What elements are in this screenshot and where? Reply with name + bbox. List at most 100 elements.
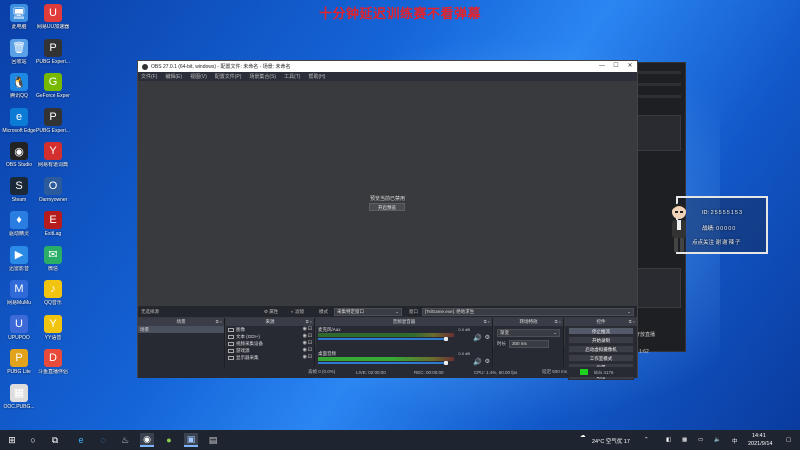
gear-icon[interactable]: ⚙ [485,358,490,365]
source-item[interactable]: 游戏源 ◉ ⊡ [226,347,314,354]
volume-slider[interactable] [318,337,448,341]
visibility-eye-icon[interactable]: ◉ [303,326,307,333]
filters-button[interactable]: ◐ 滤镜 [291,309,304,315]
visibility-eye-icon[interactable]: ◉ [303,354,307,361]
studio-mode-button[interactable]: 工作室模式 [568,354,634,362]
app-icon[interactable]: ● [162,433,176,447]
start-recording-button[interactable]: 开始录制 [568,336,634,344]
menu-file[interactable]: 文件(F) [141,73,157,80]
tray-app-icon[interactable]: ▦ [682,437,687,443]
desktop-icon[interactable]: e Microsoft Edge [2,107,36,134]
obs-titlebar[interactable]: OBS 27.0.1 (64-bit, windows) - 配置文件: 未命名… [138,61,637,72]
windows-start-icon[interactable]: ⊞ [5,433,19,447]
gear-icon[interactable]: ⚙ [485,334,490,341]
desktop-icon[interactable]: ✉ 微信 [36,245,70,272]
background-panel [633,115,681,151]
desktop-icon[interactable]: U UPUPOO [2,314,36,341]
file-explorer-icon[interactable]: ▣ [184,433,198,447]
scene-item[interactable]: 场景 [138,326,224,333]
obs-window-title: OBS 27.0.1 (64-bit, windows) - 配置文件: 未命名… [151,64,291,70]
desktop-icon[interactable]: P PUBG Lite [2,349,36,375]
app-icon: U [44,4,62,22]
start-virtual-camera-button[interactable]: 启动虚拟摄像机 [568,345,634,353]
network-icon[interactable]: ▭ [698,437,703,443]
desktop-icon-label: OBS Studio [5,162,33,168]
volume-icon[interactable]: 🔈 [714,437,721,443]
desktop-icon[interactable]: G GeForce Experience [36,73,70,99]
desktop-icon[interactable]: P PUBG Experi... [36,38,70,65]
visibility-eye-icon[interactable]: ◉ [303,347,307,354]
volume-slider-knob[interactable] [444,361,448,365]
lock-icon[interactable]: ⊡ [308,326,312,333]
desktop-icon[interactable]: 🐧 腾讯QQ [2,73,36,99]
source-item[interactable]: 文本 (GDI+) ◉ ⊡ [226,333,314,340]
menu-scene-collection[interactable]: 场景集合(S) [249,73,276,80]
desktop-icon[interactable]: ♦ 驱动精灵 [2,211,36,237]
app-window-icon[interactable]: ▤ [206,433,220,447]
menu-edit[interactable]: 编辑(E) [165,73,182,80]
visibility-eye-icon[interactable]: ◉ [303,340,307,347]
lock-icon[interactable]: ⊡ [308,354,312,361]
speaker-icon[interactable]: 🔊 [473,358,482,366]
mixer-track-mic: 麦克风/Aux 0.0 dB 🔊 ⚙ [316,326,492,342]
volume-slider-knob[interactable] [444,337,448,341]
steam-icon[interactable]: ♨ [118,433,132,447]
properties-button[interactable]: ⚙ 属性 [264,309,278,315]
duration-input[interactable]: 300 ms [509,340,549,348]
clock-time[interactable]: 14:41 [752,433,766,439]
source-item[interactable]: 显示器采集 ◉ ⊡ [226,354,314,361]
desktop-icon[interactable]: ▶ 迅雷影音 [2,245,36,272]
close-button[interactable]: ✕ [623,61,637,72]
desktop-icon[interactable]: U 网易UU加速器 [36,4,70,30]
desktop-icon[interactable]: O Oarmyowner [36,176,70,203]
notification-icon[interactable]: ▢ [786,437,791,443]
source-item[interactable]: 图像 ◉ ⊡ [226,326,314,333]
desktop-icon[interactable]: ▦ OOC.PUBG... [2,383,36,410]
visibility-eye-icon[interactable]: ◉ [303,333,307,340]
transition-select[interactable]: 渐变 ⌄ [497,329,560,337]
transition-duration: 时长 300 ms [497,340,560,348]
desktop-icon[interactable]: 🖥 此电脑 [2,4,36,30]
desktop-icon[interactable]: M 网易MuMu [2,280,36,306]
browser-icon[interactable]: ◌ [96,433,110,447]
desktop-icon[interactable]: ♪ QQ音乐 [36,280,70,306]
menu-view[interactable]: 视图(V) [190,73,207,80]
minimize-button[interactable]: — [595,61,609,72]
enable-preview-button[interactable]: 开启预览 [369,203,405,211]
weather-text[interactable]: 24°C 空气优 17 [592,437,630,445]
maximize-button[interactable]: ☐ [609,61,623,72]
desktop-icon[interactable]: E ExitLag [36,211,70,237]
obs-taskbar-icon[interactable]: ◉ [140,433,154,447]
desktop-icon[interactable]: D 斗鱼直播伴侣 [36,349,70,375]
desktop-icon[interactable]: P PUBG Experi... [36,107,70,134]
edge-icon[interactable]: e [74,433,88,447]
ime-icon[interactable]: 中 [732,437,738,445]
menu-tools[interactable]: 工具(T) [284,73,300,80]
task-view-icon[interactable]: ⧉ [48,433,62,447]
search-icon[interactable]: ○ [26,433,40,447]
desktop-icon[interactable]: Y 网易有道词典 [36,142,70,168]
preview-area[interactable]: 预览当前已禁用 开启预览 无选择源 ⚙ 属性 ◐ 滤镜 模式 采集特定窗口 ⌄ … [138,81,637,380]
lock-icon[interactable]: ⊡ [308,333,312,340]
window-select[interactable]: [TslGame.exe]: 绝地求生 ⌄ [422,308,634,316]
desktop-icon[interactable]: Y YY语音 [36,314,70,341]
tray-app-icon[interactable]: ◧ [666,437,671,443]
desktop-icon-label: 回收站 [11,58,27,65]
desktop-icon[interactable]: 🗑 回收站 [2,38,36,65]
menu-help[interactable]: 帮助(H) [308,73,325,80]
preview-disabled-message: 预览当前已禁用 [369,196,405,202]
desktop-icon[interactable]: ◉ OBS Studio [2,142,36,168]
mode-select[interactable]: 采集特定窗口 ⌄ [334,308,402,316]
volume-slider[interactable] [318,361,448,365]
speaker-icon[interactable]: 🔊 [473,334,482,342]
menu-profile[interactable]: 配置文件(P) [215,73,242,80]
lock-icon[interactable]: ⊡ [308,347,312,354]
obs-window[interactable]: OBS 27.0.1 (64-bit, windows) - 配置文件: 未命名… [137,60,638,380]
clock-date[interactable]: 2021/9/14 [748,441,772,447]
weather-icon[interactable]: ☁ [580,433,586,439]
lock-icon[interactable]: ⊡ [308,340,312,347]
stop-streaming-button[interactable]: 停止推流 [568,327,634,335]
source-item[interactable]: 视频采集设备 ◉ ⊡ [226,340,314,347]
desktop-icon[interactable]: S Steam [2,176,36,203]
tray-overflow-icon[interactable]: ⌃ [644,437,649,443]
